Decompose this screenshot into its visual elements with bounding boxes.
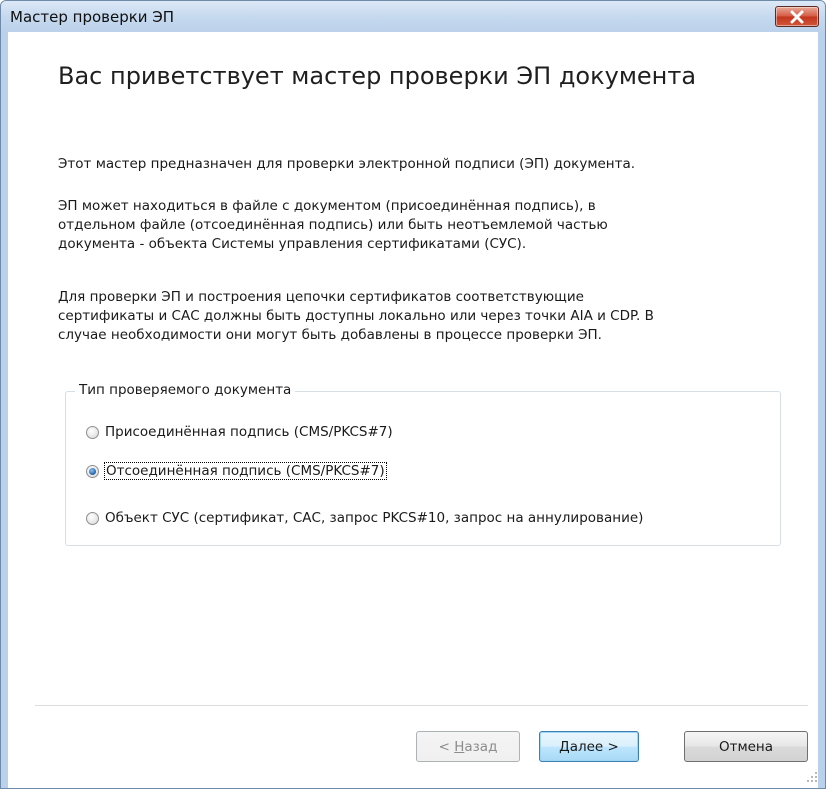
group-legend: Тип проверяемого документа [75, 382, 296, 398]
chain-line-2: сертификаты и САС должны быть доступны л… [58, 308, 654, 324]
radio-circle-icon[interactable] [86, 425, 99, 439]
chain-line-1: Для проверки ЭП и построения цепочки сер… [58, 289, 584, 305]
next-label: Далее > [559, 738, 619, 755]
location-line-3: документа - объекта Системы управления с… [58, 236, 527, 252]
window-title: Мастер проверки ЭП [10, 8, 175, 26]
radio-label[interactable]: Отсоединённая подпись (CMS/PKCS#7) [104, 462, 387, 480]
document-type-group: Тип проверяемого документа Присоединённа… [65, 382, 781, 546]
back-button[interactable]: < Назад [416, 731, 520, 762]
radio-attached-signature[interactable]: Присоединённая подпись (CMS/PKCS#7) [86, 424, 393, 440]
radio-label[interactable]: Присоединённая подпись (CMS/PKCS#7) [105, 424, 393, 440]
intro-paragraph: Этот мастер предназначен для проверки эл… [58, 155, 778, 174]
radio-selected-icon[interactable] [86, 464, 99, 478]
radio-detached-signature[interactable]: Отсоединённая подпись (CMS/PKCS#7) [86, 462, 387, 480]
back-label-accel: Н [454, 738, 465, 755]
cancel-label: Отмена [718, 738, 774, 755]
radio-sus-object[interactable]: Объект СУС (сертификат, САС, запрос PKCS… [86, 510, 643, 526]
wizard-heading: Вас приветствует мастер проверки ЭП доку… [58, 62, 697, 90]
cancel-button[interactable]: Отмена [684, 731, 808, 762]
back-label-rest: азад [464, 738, 498, 755]
location-line-1: ЭП может находиться в файле с документом… [58, 198, 596, 214]
next-button[interactable]: Далее > [539, 731, 639, 762]
intro-text: Этот мастер предназначен для проверки эл… [58, 156, 636, 172]
resize-grip-icon[interactable] [806, 771, 818, 783]
chain-line-3: случае необходимости они могут быть доба… [58, 327, 602, 343]
location-paragraph: ЭП может находиться в файле с документом… [58, 197, 778, 254]
footer-separator [35, 705, 808, 706]
close-icon [776, 7, 818, 26]
location-line-2: отдельном файле (отсоединённая подпись) … [58, 217, 608, 233]
back-label-prefix: < [438, 738, 455, 755]
title-bar[interactable]: Мастер проверки ЭП [1, 1, 825, 32]
chain-paragraph: Для проверки ЭП и построения цепочки сер… [58, 288, 778, 345]
close-button[interactable] [775, 6, 819, 27]
radio-label[interactable]: Объект СУС (сертификат, САС, запрос PKCS… [105, 510, 643, 526]
radio-circle-icon[interactable] [86, 511, 99, 525]
